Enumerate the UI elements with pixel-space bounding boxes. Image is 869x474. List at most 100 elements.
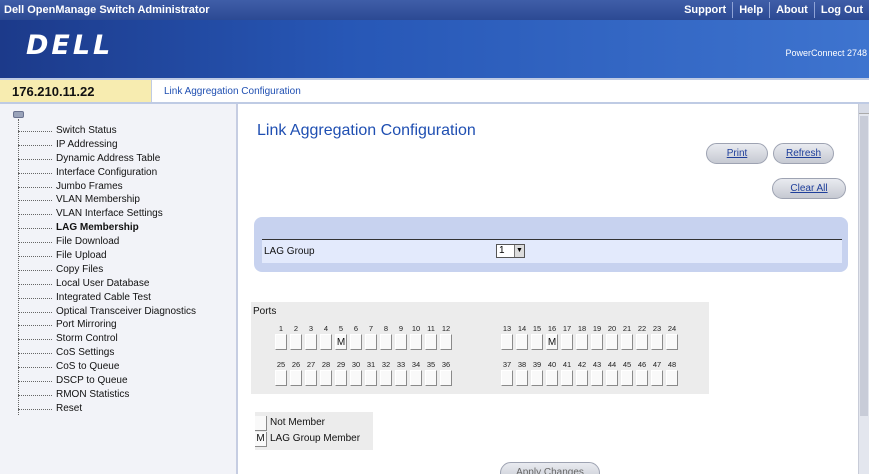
port-toggle[interactable]	[651, 370, 663, 386]
port-toggle[interactable]: M	[546, 334, 558, 350]
port-toggle[interactable]	[516, 334, 528, 350]
port-toggle[interactable]	[320, 334, 332, 350]
port-toggle[interactable]	[275, 334, 287, 350]
port-toggle[interactable]	[591, 334, 603, 350]
port-toggle[interactable]	[335, 370, 347, 386]
print-button[interactable]: Print	[706, 143, 768, 164]
port-toggle[interactable]	[546, 370, 558, 386]
port-toggle[interactable]	[365, 370, 377, 386]
sidebar-item[interactable]: IP Addressing	[18, 138, 196, 152]
port-number: 23	[652, 324, 662, 333]
port-toggle[interactable]	[395, 370, 407, 386]
port-toggle[interactable]	[410, 370, 422, 386]
port-toggle[interactable]	[591, 370, 603, 386]
breadcrumb[interactable]: Link Aggregation Configuration	[164, 86, 301, 97]
logout-link[interactable]: Log Out	[815, 0, 869, 20]
port-toggle[interactable]	[516, 370, 528, 386]
ports-label: Ports	[253, 306, 277, 317]
lag-group-select[interactable]: 1 ▼	[496, 244, 525, 258]
port-number: 13	[502, 324, 512, 333]
dell-logo: DELL	[26, 30, 114, 61]
port-toggle[interactable]	[410, 334, 422, 350]
sidebar-item[interactable]: VLAN Interface Settings	[18, 207, 196, 221]
port-toggle[interactable]	[395, 334, 407, 350]
port-toggle[interactable]	[305, 370, 317, 386]
clear-all-button[interactable]: Clear All	[772, 178, 846, 199]
port-toggle[interactable]	[636, 334, 648, 350]
sidebar-item[interactable]: DSCP to Queue	[18, 374, 196, 388]
support-link[interactable]: Support	[678, 0, 732, 20]
port-toggle[interactable]	[380, 334, 392, 350]
port-number: 28	[321, 360, 331, 369]
port-number: 47	[652, 360, 662, 369]
port-toggle[interactable]	[666, 334, 678, 350]
port-toggle[interactable]	[290, 370, 302, 386]
sidebar-item[interactable]: Jumbo Frames	[18, 180, 196, 194]
port-toggle[interactable]	[320, 370, 332, 386]
about-link[interactable]: About	[770, 0, 814, 20]
sidebar-item[interactable]: Port Mirroring	[18, 318, 196, 332]
port-toggle[interactable]	[425, 370, 437, 386]
port-number: 14	[517, 324, 527, 333]
sidebar-item[interactable]: CoS Settings	[18, 346, 196, 360]
chevron-down-icon[interactable]: ▼	[514, 245, 524, 257]
help-link[interactable]: Help	[733, 0, 769, 20]
port-toggle[interactable]	[440, 370, 452, 386]
port-toggle[interactable]	[576, 370, 588, 386]
port-toggle[interactable]: M	[335, 334, 347, 350]
main-content: Link Aggregation Configuration Print Ref…	[240, 104, 858, 474]
sidebar-item[interactable]: File Upload	[18, 249, 196, 263]
port-toggle[interactable]	[440, 334, 452, 350]
port-toggle[interactable]	[350, 370, 362, 386]
top-links: Support Help About Log Out	[678, 0, 869, 20]
refresh-button[interactable]: Refresh	[773, 143, 834, 164]
port-number: 12	[441, 324, 451, 333]
apply-changes-button[interactable]: Apply Changes	[500, 462, 600, 474]
scroll-up-icon[interactable]	[859, 104, 869, 114]
port-toggle[interactable]	[380, 370, 392, 386]
port-number: 38	[517, 360, 527, 369]
port-toggle[interactable]	[561, 370, 573, 386]
port-toggle[interactable]	[636, 370, 648, 386]
sidebar-item[interactable]: Interface Configuration	[18, 166, 196, 180]
port-toggle[interactable]	[501, 334, 513, 350]
port-toggle[interactable]	[531, 334, 543, 350]
scroll-thumb[interactable]	[860, 116, 868, 416]
sidebar-item[interactable]: Copy Files	[18, 263, 196, 277]
sidebar-item[interactable]: RMON Statistics	[18, 388, 196, 402]
port-toggle[interactable]	[666, 370, 678, 386]
port-toggle[interactable]	[621, 370, 633, 386]
port-toggle[interactable]	[290, 334, 302, 350]
scrollbar[interactable]	[858, 104, 869, 474]
sidebar-item[interactable]: Local User Database	[18, 277, 196, 291]
port-number: 31	[366, 360, 376, 369]
port-number: 33	[396, 360, 406, 369]
sidebar-item[interactable]: Dynamic Address Table	[18, 152, 196, 166]
port-toggle[interactable]	[501, 370, 513, 386]
port-toggle[interactable]	[606, 370, 618, 386]
sidebar-item[interactable]: Reset	[18, 402, 196, 416]
port-toggle[interactable]	[531, 370, 543, 386]
tree-root-icon[interactable]	[13, 111, 24, 118]
port-number: 9	[398, 324, 404, 333]
sidebar-item[interactable]: Optical Transceiver Diagnostics	[18, 305, 196, 319]
port-toggle[interactable]	[561, 334, 573, 350]
port-toggle[interactable]	[305, 334, 317, 350]
sidebar-item[interactable]: File Download	[18, 235, 196, 249]
address-bar: 176.210.11.22 Link Aggregation Configura…	[0, 78, 869, 104]
port-toggle[interactable]	[606, 334, 618, 350]
port-toggle[interactable]	[425, 334, 437, 350]
sidebar-item[interactable]: Storm Control	[18, 332, 196, 346]
port-toggle[interactable]	[651, 334, 663, 350]
sidebar-nav: Switch Status IP Addressing Dynamic Addres…	[18, 124, 196, 416]
port-toggle[interactable]	[576, 334, 588, 350]
sidebar-item[interactable]: Switch Status	[18, 124, 196, 138]
port-toggle[interactable]	[365, 334, 377, 350]
sidebar-item[interactable]: CoS to Queue	[18, 360, 196, 374]
sidebar-item[interactable]: VLAN Membership	[18, 193, 196, 207]
sidebar-item[interactable]: LAG Membership	[18, 221, 196, 235]
port-toggle[interactable]	[350, 334, 362, 350]
port-toggle[interactable]	[275, 370, 287, 386]
port-toggle[interactable]	[621, 334, 633, 350]
sidebar-item[interactable]: Integrated Cable Test	[18, 291, 196, 305]
